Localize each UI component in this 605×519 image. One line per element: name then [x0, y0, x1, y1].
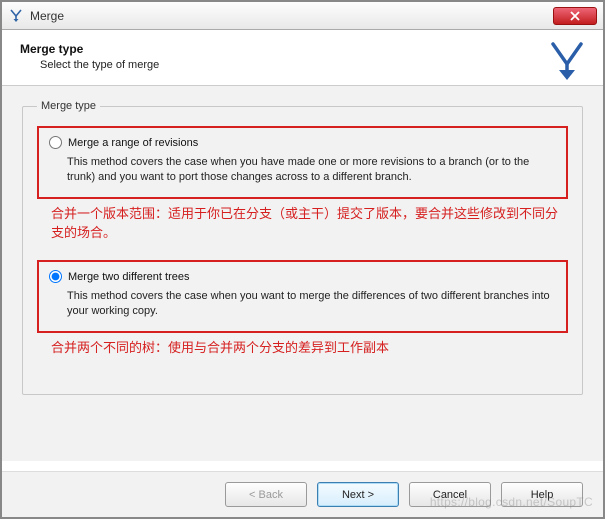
- help-button[interactable]: Help: [501, 482, 583, 507]
- option-description: This method covers the case when you hav…: [67, 155, 556, 185]
- cancel-button[interactable]: Cancel: [409, 482, 491, 507]
- radio-range-of-revisions[interactable]: [49, 136, 62, 149]
- radio-two-trees[interactable]: [49, 270, 62, 283]
- annotation-two-trees: 合并两个不同的树：使用与合并两个分支的差异到工作副本: [51, 339, 568, 358]
- close-button[interactable]: [553, 7, 597, 25]
- back-button[interactable]: < Back: [225, 482, 307, 507]
- annotation-range: 合并一个版本范围：适用于你已在分支（或主干）提交了版本，要合并这些修改到不同分支…: [51, 205, 568, 243]
- merge-type-group: Merge type Merge a range of revisions Th…: [22, 100, 583, 395]
- wizard-header: Merge type Select the type of merge: [2, 30, 603, 86]
- page-title: Merge type: [20, 42, 585, 56]
- option-two-trees: Merge two different trees This method co…: [37, 260, 568, 333]
- option-label: Merge two different trees: [68, 271, 189, 283]
- window-title: Merge: [30, 9, 64, 23]
- option-label: Merge a range of revisions: [68, 137, 198, 149]
- option-description: This method covers the case when you wan…: [67, 289, 556, 319]
- page-subtitle: Select the type of merge: [40, 59, 585, 71]
- option-range-of-revisions: Merge a range of revisions This method c…: [37, 126, 568, 199]
- merge-app-icon: [8, 8, 24, 24]
- wizard-content: Merge type Merge a range of revisions Th…: [2, 86, 603, 461]
- titlebar: Merge: [2, 2, 603, 30]
- next-button[interactable]: Next >: [317, 482, 399, 507]
- merge-large-icon: [545, 40, 589, 84]
- wizard-button-bar: < Back Next > Cancel Help: [2, 471, 603, 517]
- group-legend: Merge type: [37, 100, 100, 112]
